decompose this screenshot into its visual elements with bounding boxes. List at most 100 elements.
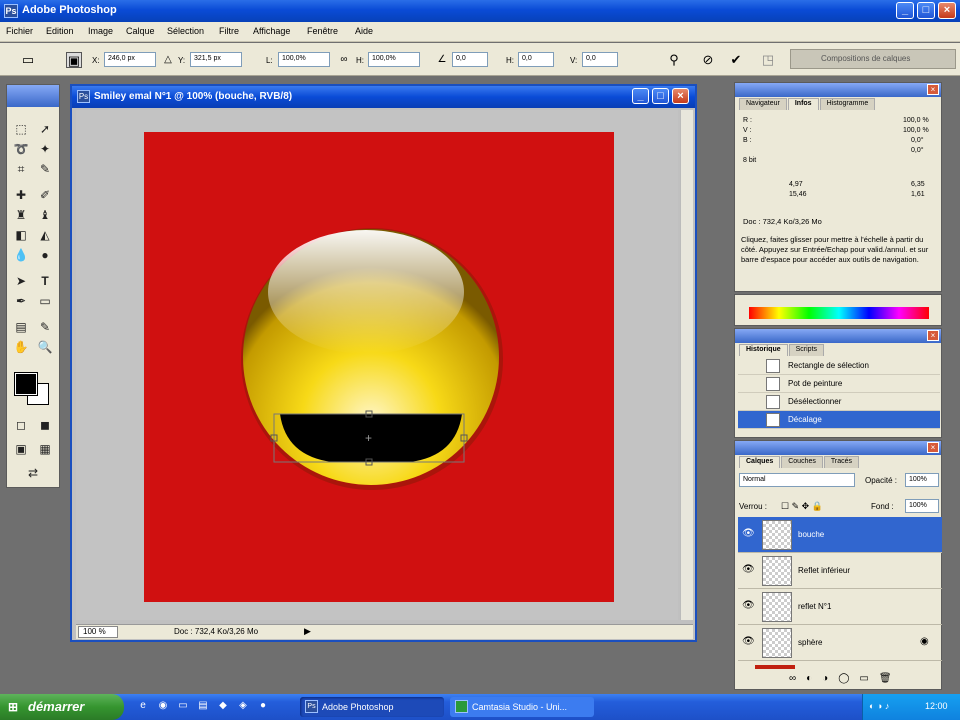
warp-icon[interactable]: ⚲ <box>666 52 682 68</box>
tab-navigateur[interactable]: Navigateur <box>739 98 787 110</box>
color-ramp[interactable] <box>749 307 929 319</box>
history-brush-icon[interactable]: ♝ <box>35 205 55 225</box>
doc-maximize-button[interactable]: □ <box>652 88 669 104</box>
layer-comps-tab[interactable]: Compositions de calques <box>790 49 956 69</box>
hand-icon[interactable]: ✋ <box>11 337 31 357</box>
move-icon[interactable]: ➚ <box>35 119 55 139</box>
history-item[interactable]: Pot de peinture <box>738 375 940 393</box>
document-canvas[interactable]: + <box>144 132 614 602</box>
lasso-icon[interactable]: ➰ <box>11 139 31 159</box>
magic-wand-icon[interactable]: ✦ <box>35 139 55 159</box>
quicklaunch-media-icon[interactable]: ◉ <box>156 700 170 714</box>
eyedropper-icon[interactable]: ✎ <box>35 317 55 337</box>
stamp-icon[interactable]: ♜ <box>11 205 31 225</box>
type-icon[interactable]: T <box>35 271 55 291</box>
menu-selection[interactable]: Sélection <box>167 26 204 36</box>
maximize-button[interactable]: □ <box>917 2 935 19</box>
standard-mode-icon[interactable]: ◻ <box>11 415 31 435</box>
layer-actions-icons[interactable]: ∞◐◑◯▭🗑 <box>789 673 902 684</box>
tool-preset-icon[interactable]: ▭ <box>20 52 36 68</box>
horizontal-skew-field[interactable]: 0,0 <box>518 52 554 67</box>
commit-transform-icon[interactable]: ✔ <box>728 52 744 68</box>
eraser-icon[interactable]: ◧ <box>11 225 31 245</box>
doc-minimize-button[interactable]: _ <box>632 88 649 104</box>
visibility-eye-icon[interactable]: 👁 <box>742 564 755 575</box>
crop-icon[interactable]: ⌗ <box>11 159 31 179</box>
tab-infos[interactable]: Infos <box>787 98 819 110</box>
layers-panel-close-icon[interactable]: × <box>927 442 939 453</box>
info-panel-header[interactable] <box>735 83 941 97</box>
blend-mode-select[interactable]: Normal <box>739 473 855 487</box>
doc-close-button[interactable]: × <box>672 88 689 104</box>
transform-center-icon[interactable]: + <box>365 431 372 445</box>
layer-row[interactable]: 👁 bouche <box>738 517 942 553</box>
vertical-skew-field[interactable]: 0,0 <box>582 52 618 67</box>
quicklaunch-desktop-icon[interactable]: ▭ <box>176 700 190 714</box>
quicklaunch-app-icon[interactable]: ◆ <box>216 700 230 714</box>
dodge-icon[interactable]: ● <box>35 245 55 265</box>
quicklaunch-app3-icon[interactable]: ● <box>256 700 270 714</box>
task-camtasia[interactable]: Camtasia Studio - Uni... <box>450 697 594 717</box>
heal-icon[interactable]: ✚ <box>11 185 31 205</box>
status-menu-arrow-icon[interactable]: ▶ <box>304 626 311 637</box>
slice-icon[interactable]: ✎ <box>35 159 55 179</box>
start-button[interactable]: ⊞ démarrer <box>0 694 124 720</box>
history-item[interactable]: Rectangle de sélection <box>738 357 940 375</box>
toolbox-header[interactable] <box>7 85 59 107</box>
layer-row[interactable]: 👁 Reflet inférieur <box>738 553 942 589</box>
quicklaunch-ie-icon[interactable]: e <box>136 700 150 714</box>
tab-traces[interactable]: Tracés <box>823 456 860 468</box>
visibility-eye-icon[interactable]: 👁 <box>742 636 755 647</box>
visibility-eye-icon[interactable]: 👁 <box>742 528 755 539</box>
fill-field[interactable]: 100% <box>905 499 939 513</box>
canvas-area[interactable]: + <box>76 110 678 620</box>
layer-row[interactable]: 👁 reflet N°1 <box>738 589 942 625</box>
path-select-icon[interactable]: ➤ <box>11 271 31 291</box>
y-position-field[interactable]: 321,5 px <box>190 52 242 67</box>
close-button[interactable]: × <box>938 2 956 19</box>
menu-fichier[interactable]: Fichier <box>6 26 33 36</box>
foreground-color-swatch[interactable] <box>14 372 38 396</box>
cancel-transform-icon[interactable]: ⊘ <box>700 52 716 68</box>
notes-icon[interactable]: ▤ <box>11 317 31 337</box>
marquee-icon[interactable]: ⬚ <box>11 119 31 139</box>
layer-row[interactable]: 👁 sphère ◉ <box>738 625 942 661</box>
minimize-button[interactable]: _ <box>896 2 914 19</box>
menu-edition[interactable]: Edition <box>46 26 74 36</box>
x-position-field[interactable]: 246,0 px <box>104 52 156 67</box>
menu-aide[interactable]: Aide <box>355 26 373 36</box>
palette-well-icon[interactable]: ◳ <box>760 52 776 68</box>
tab-calques[interactable]: Calques <box>739 456 781 468</box>
history-item-active[interactable]: Décalage <box>738 411 940 429</box>
brush-icon[interactable]: ✐ <box>35 185 55 205</box>
history-panel-close-icon[interactable]: × <box>927 330 939 341</box>
tab-historique[interactable]: Historique <box>739 344 788 356</box>
visibility-eye-icon[interactable]: 👁 <box>742 600 755 611</box>
layer-effects-icon[interactable]: ◉ <box>920 636 929 647</box>
screen-mode-icon[interactable]: ▣ <box>11 439 31 459</box>
tab-scripts[interactable]: Scripts <box>788 344 825 356</box>
link-proportions-icon[interactable]: ∞ <box>336 52 352 68</box>
width-scale-field[interactable]: 100,0% <box>278 52 330 67</box>
lock-icons[interactable]: ☐ ✎ ✥ 🔒 <box>781 501 823 512</box>
zoom-level-field[interactable]: 100 % <box>78 626 118 638</box>
menu-fenetre[interactable]: Fenêtre <box>307 26 338 36</box>
height-scale-field[interactable]: 100,0% <box>368 52 420 67</box>
bucket-icon[interactable]: ◭ <box>35 225 55 245</box>
history-panel-header[interactable] <box>735 329 941 343</box>
reference-point-icon[interactable]: ▣ <box>66 52 82 68</box>
fullscreen-mode-icon[interactable]: ▦ <box>35 439 55 459</box>
angle-field[interactable]: 0,0 <box>452 52 488 67</box>
blur-icon[interactable]: 💧 <box>11 245 31 265</box>
info-panel-close-icon[interactable]: × <box>927 84 939 95</box>
menu-filtre[interactable]: Filtre <box>219 26 239 36</box>
opacity-field[interactable]: 100% <box>905 473 939 487</box>
jump-to-imageready-icon[interactable]: ⇄ <box>23 463 43 483</box>
tab-couches[interactable]: Couches <box>781 456 823 468</box>
relative-position-icon[interactable]: △ <box>160 52 176 68</box>
quick-mask-icon[interactable]: ◼ <box>35 415 55 435</box>
pen-icon[interactable]: ✒ <box>11 291 31 311</box>
layers-panel-header[interactable] <box>735 441 941 455</box>
menu-calque[interactable]: Calque <box>126 26 155 36</box>
tray-icons[interactable]: ◐ ◑ ♪ <box>869 701 889 711</box>
